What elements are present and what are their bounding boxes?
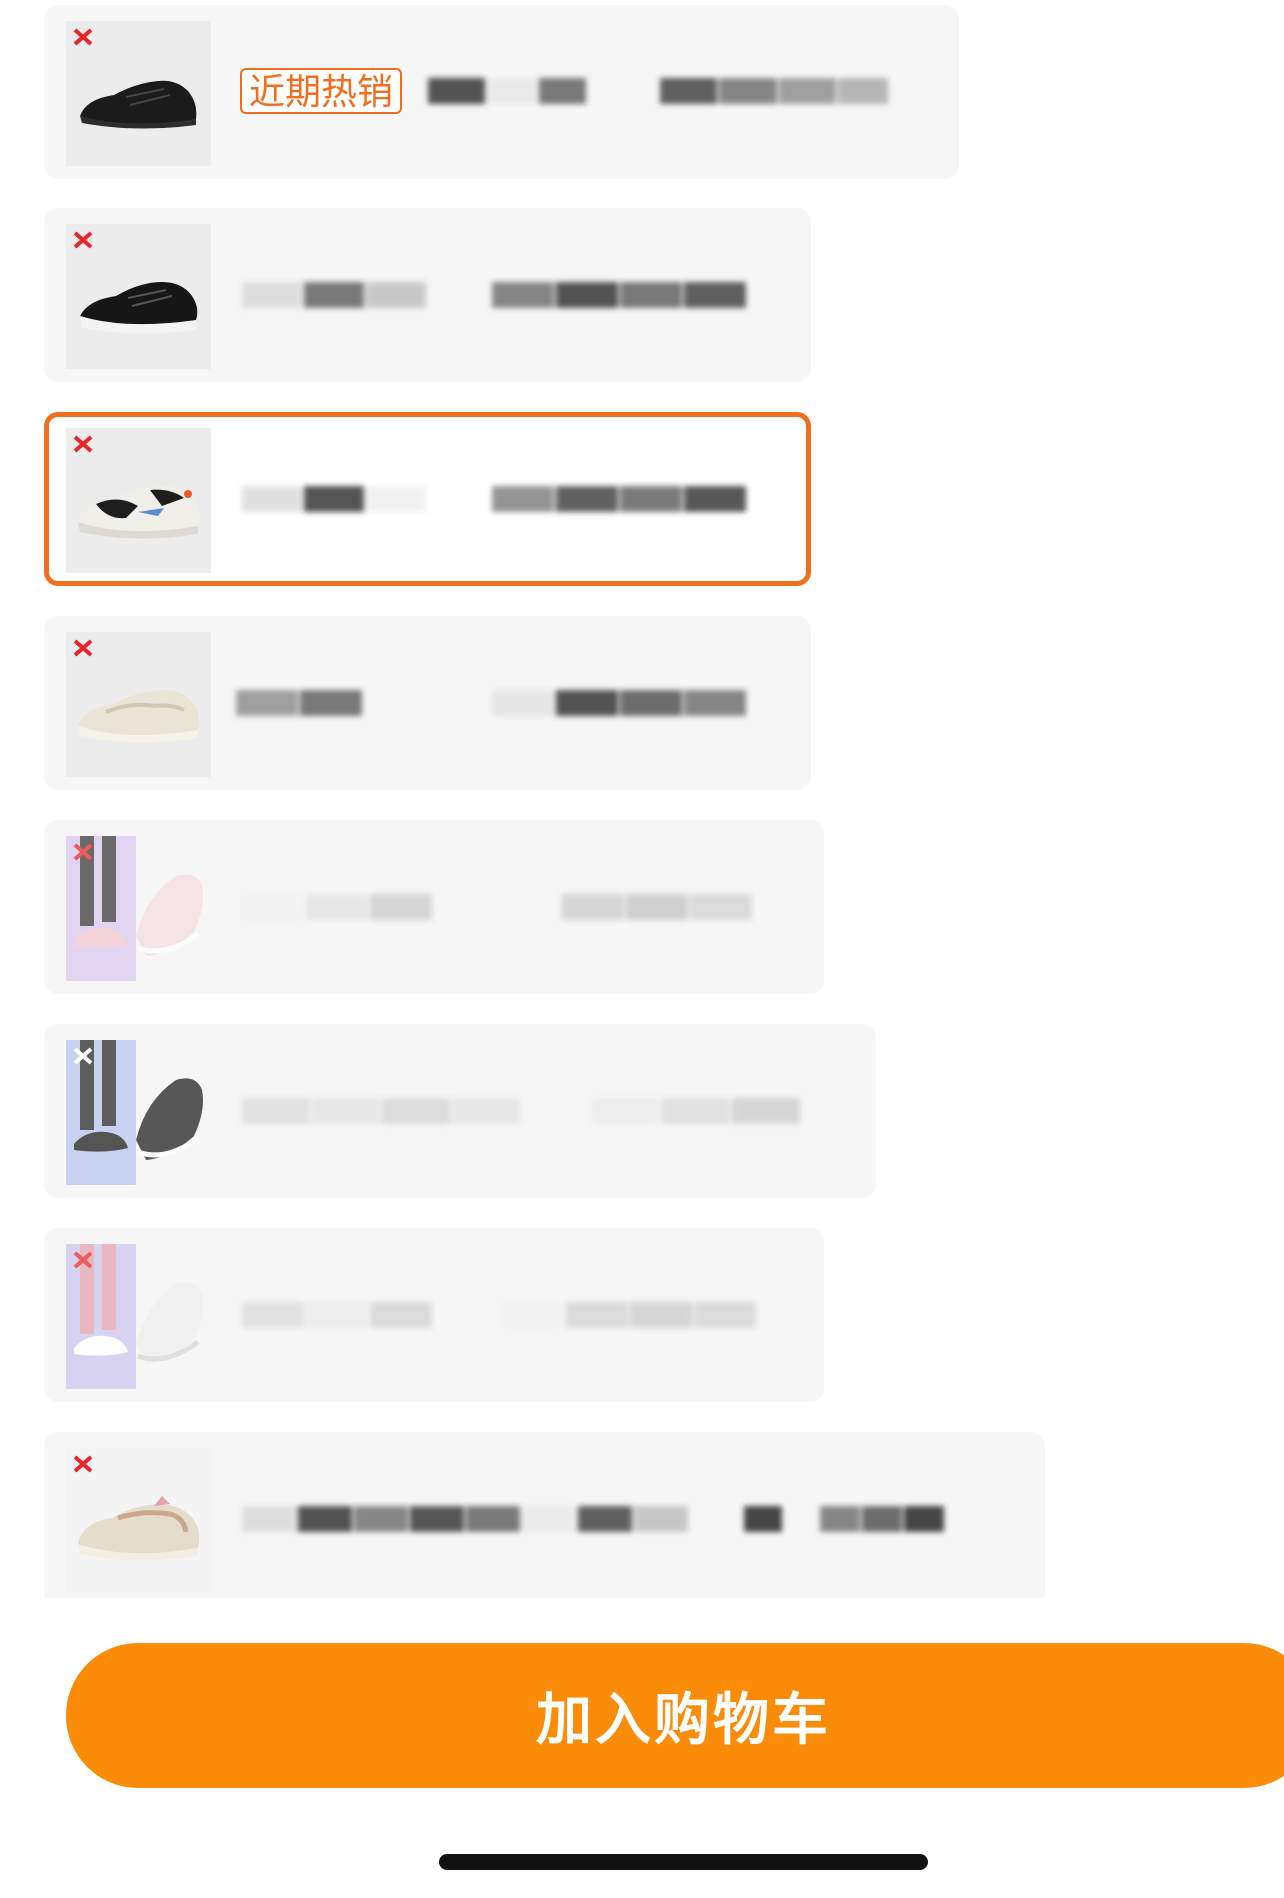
product-thumbnail: [66, 21, 211, 166]
add-to-cart-button[interactable]: 加入购物车: [66, 1643, 1284, 1788]
spec-text-blurred: [428, 66, 588, 116]
brand-logo-icon: [73, 435, 93, 453]
product-thumbnail: [66, 632, 211, 777]
product-thumbnail: [66, 224, 211, 369]
brand-logo-icon: [73, 639, 93, 657]
spec-text-blurred: [242, 270, 432, 320]
product-thumbnail: [66, 1040, 211, 1185]
product-thumbnail: [66, 1244, 211, 1389]
spec-text-blurred: [242, 1494, 742, 1544]
product-thumbnail: [66, 428, 211, 573]
sku-option-card[interactable]: [44, 1432, 1045, 1598]
brand-logo-icon: [73, 1047, 93, 1065]
product-thumbnail: [66, 836, 211, 981]
brand-logo-icon: [73, 1251, 93, 1269]
sku-option-card-unavailable[interactable]: [44, 1024, 876, 1198]
spec-text-blurred: [660, 66, 890, 116]
spec-text-blurred: [820, 1494, 990, 1544]
spec-text-blurred: [492, 678, 752, 728]
sku-option-card-unavailable[interactable]: [44, 1228, 824, 1402]
home-indicator[interactable]: [439, 1854, 928, 1870]
spec-text-blurred: [242, 1290, 442, 1340]
spec-text-blurred: [242, 1086, 532, 1136]
spec-text-blurred: [592, 1086, 812, 1136]
spec-text-blurred: [562, 882, 762, 932]
brand-logo-icon: [73, 28, 93, 46]
product-thumbnail: [66, 1448, 211, 1593]
sku-option-card[interactable]: 近期热销: [44, 5, 959, 179]
sku-option-card[interactable]: [44, 208, 811, 382]
brand-logo-icon: [73, 1455, 93, 1473]
brand-logo-icon: [73, 843, 93, 861]
spec-text-blurred: [242, 882, 472, 932]
spec-text-blurred: [492, 270, 752, 320]
sku-option-card-selected[interactable]: [44, 412, 811, 586]
sku-option-list[interactable]: 近期热销: [0, 0, 1284, 1598]
sku-selector-page: 近期热销 加入购物车: [0, 0, 1284, 1898]
spec-text-blurred: [744, 1494, 784, 1544]
spec-text-blurred: [492, 474, 752, 524]
brand-logo-icon: [73, 231, 93, 249]
spec-text-blurred: [236, 678, 386, 728]
spec-text-blurred: [242, 474, 432, 524]
spec-text-blurred: [502, 1290, 762, 1340]
hot-sale-tag: 近期热销: [240, 68, 403, 114]
sku-option-card[interactable]: [44, 616, 811, 790]
sku-option-card-unavailable[interactable]: [44, 820, 824, 994]
